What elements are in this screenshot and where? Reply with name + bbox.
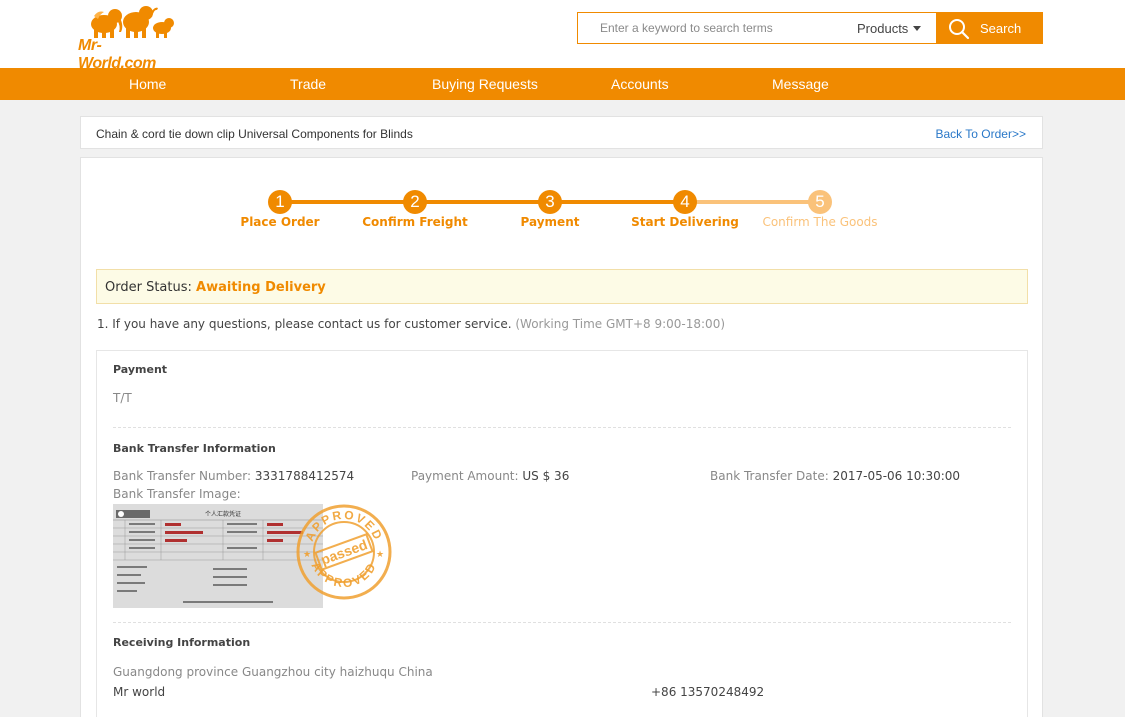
bank-transfer-number-value: 3331788412574: [254, 469, 355, 483]
customer-service-notice: 1. If you have any questions, please con…: [97, 317, 725, 331]
progress-line-done: [280, 200, 685, 204]
nav-item-buying-requests[interactable]: Buying Requests: [432, 76, 538, 92]
bank-transfer-number-label: Bank Transfer Number:: [113, 469, 252, 483]
step-2-label: Confirm Freight: [362, 215, 468, 229]
search-button-label: Search: [980, 21, 1022, 36]
bank-transfer-date-label: Bank Transfer Date:: [710, 469, 829, 483]
divider: [113, 622, 1011, 623]
payment-title: Payment: [113, 363, 168, 376]
working-hours: (Working Time GMT+8 9:00-18:00): [515, 317, 726, 331]
bank-transfer-date-value: 2017-05-06 10:30:00: [832, 469, 961, 483]
category-select[interactable]: Products: [857, 21, 922, 36]
receipt-graphic: 个人汇款凭证: [113, 504, 323, 608]
step-5-marker: 5: [808, 190, 832, 214]
nav-item-trade[interactable]: Trade: [290, 76, 326, 92]
search-button[interactable]: Search: [936, 12, 1043, 44]
nav-item-message[interactable]: Message: [772, 76, 829, 92]
step-3-marker: 3: [538, 190, 562, 214]
receiver-phone: +86 13570248492: [651, 685, 765, 699]
product-title[interactable]: Chain & cord tie down clip Universal Com…: [96, 127, 413, 141]
payment-method: T/T: [113, 391, 132, 405]
receiving-title: Receiving Information: [113, 636, 251, 649]
order-status-label: Order Status:: [105, 280, 192, 295]
step-2-marker: 2: [403, 190, 427, 214]
step-1-label: Place Order: [240, 215, 320, 229]
main-nav: Home Trade Buying Requests Accounts Mess…: [0, 68, 1125, 100]
search-bar: Products: [577, 12, 936, 44]
stamp-star-left: ★: [303, 550, 311, 560]
step-3-label: Payment: [520, 215, 580, 229]
stamp-star-right: ★: [376, 550, 384, 560]
notice-text: 1. If you have any questions, please con…: [97, 317, 512, 331]
bank-transfer-image-label: Bank Transfer Image:: [113, 487, 241, 501]
bank-transfer-title: Bank Transfer Information: [113, 442, 276, 455]
approved-stamp-icon: APPROVED APPROVED passed ★ ★: [296, 504, 392, 600]
step-4-label: Start Delivering: [631, 215, 739, 229]
stamp-middle-text: passed: [319, 536, 370, 568]
order-status-box: Order Status: Awaiting Delivery: [96, 269, 1028, 304]
order-detail-panel: 1 2 3 4 5 Place Order Confirm Freight Pa…: [80, 157, 1043, 717]
divider: [113, 427, 1011, 428]
order-status: Order Status: Awaiting Delivery: [105, 280, 326, 295]
payment-amount: Payment Amount: US $ 36: [411, 469, 569, 483]
step-1-marker: 1: [268, 190, 292, 214]
bank-transfer-number: Bank Transfer Number: 3331788412574: [113, 469, 354, 483]
nav-item-accounts[interactable]: Accounts: [611, 76, 669, 92]
receiver-name: Mr world: [113, 685, 166, 699]
bank-transfer-receipt-image[interactable]: 个人汇款凭证: [113, 504, 323, 608]
category-select-label: Products: [857, 21, 909, 36]
step-5-label: Confirm The Goods: [762, 215, 878, 229]
order-info-section: Payment T/T Bank Transfer Information Ba…: [96, 350, 1028, 717]
search-input[interactable]: [578, 13, 833, 43]
stamp-top-text: APPROVED: [302, 508, 383, 544]
nav-item-home[interactable]: Home: [129, 76, 166, 92]
site-logo[interactable]: Mr-World.com: [78, 2, 178, 72]
search-icon: [949, 19, 970, 40]
payment-amount-label: Payment Amount:: [411, 469, 519, 483]
payment-amount-value: US $ 36: [522, 469, 570, 483]
receiving-address: Guangdong province Guangzhou city haizhu…: [113, 665, 433, 679]
back-to-order-link[interactable]: Back To Order>>: [936, 127, 1027, 141]
progress-line-pending: [685, 200, 820, 204]
elephants-logo-icon: [91, 6, 174, 38]
order-status-value: Awaiting Delivery: [196, 280, 326, 295]
site-header: Mr-World.com Products Search: [0, 0, 1125, 72]
caret-down-icon: [913, 26, 922, 31]
svg-text:APPROVED: APPROVED: [302, 508, 385, 544]
step-4-marker: 4: [673, 190, 697, 214]
bank-transfer-date: Bank Transfer Date: 2017-05-06 10:30:00: [710, 469, 960, 483]
receipt-title: 个人汇款凭证: [205, 510, 241, 518]
product-bar: Chain & cord tie down clip Universal Com…: [80, 116, 1043, 149]
